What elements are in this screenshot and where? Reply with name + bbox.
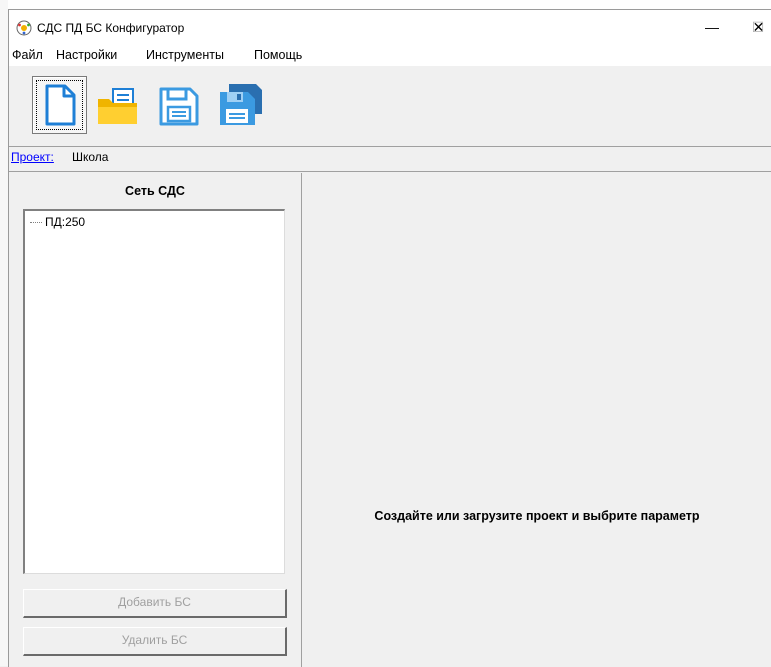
new-document-icon <box>45 84 76 126</box>
menu-tools[interactable]: Инструменты <box>146 47 224 63</box>
network-panel: Сеть СДС ПД:250 Добавить БС Удалить БС <box>9 173 302 667</box>
menu-bar: Файл Настройки Инструменты Помощь <box>9 44 771 66</box>
menu-settings[interactable]: Настройки <box>56 47 117 63</box>
network-tree[interactable]: ПД:250 <box>23 209 285 574</box>
minimize-button[interactable]: — <box>689 16 735 38</box>
tree-item-pd[interactable]: ПД:250 <box>30 214 85 230</box>
remove-bs-button[interactable]: Удалить БС <box>23 627 287 656</box>
save-icon <box>159 87 199 126</box>
project-link[interactable]: Проект: <box>11 150 54 164</box>
tree-item-label: ПД:250 <box>45 215 86 229</box>
open-folder-icon <box>98 88 137 124</box>
project-bar: Проект: Школа <box>9 147 771 171</box>
new-project-button[interactable] <box>32 76 87 134</box>
tree-connector <box>30 222 42 224</box>
title-bar[interactable]: СДС ПД БС Конфигуратор — ☐ ✕ <box>9 10 771 44</box>
app-logo-icon <box>16 20 32 36</box>
background-strip <box>0 0 771 9</box>
open-project-button[interactable] <box>93 78 143 130</box>
background-left <box>0 0 8 666</box>
window-title: СДС ПД БС Конфигуратор <box>37 21 185 35</box>
project-divider <box>9 171 771 172</box>
project-name: Школа <box>72 150 109 164</box>
network-panel-title: Сеть СДС <box>125 184 185 198</box>
save-as-button[interactable] <box>215 78 265 130</box>
menu-help[interactable]: Помощь <box>254 47 302 63</box>
toolbar <box>9 66 771 146</box>
menu-file[interactable]: Файл <box>12 47 43 63</box>
save-as-icon <box>220 84 262 125</box>
app-window: СДС ПД БС Конфигуратор — ☐ ✕ Файл Настро… <box>8 9 771 667</box>
close-button[interactable]: ✕ <box>745 16 771 38</box>
main-panel: Создайте или загрузите проект и выбрите … <box>302 173 771 667</box>
empty-state-message: Создайте или загрузите проект и выбрите … <box>374 509 700 523</box>
add-bs-button[interactable]: Добавить БС <box>23 589 287 618</box>
save-project-button[interactable] <box>154 78 204 130</box>
